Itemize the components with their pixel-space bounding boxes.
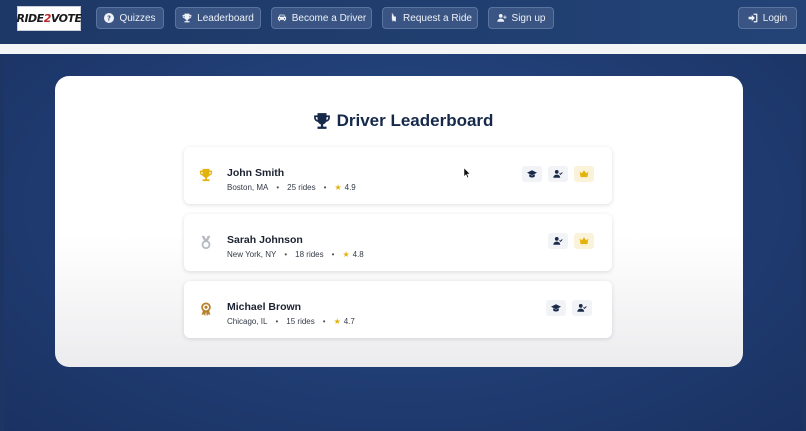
nav-request-ride-label: Request a Ride	[403, 12, 472, 24]
driver-card[interactable]: John Smith Boston, MA • 25 rides • ★ 4.9	[184, 147, 612, 204]
nav-become-driver-label: Become a Driver	[291, 12, 367, 24]
navbar-divider	[0, 44, 806, 54]
meta-separator: •	[331, 250, 335, 259]
badge-graduation[interactable]	[522, 166, 542, 182]
car-icon	[277, 14, 286, 22]
user-check-icon	[553, 236, 563, 245]
svg-text:?: ?	[107, 15, 111, 23]
graduation-cap-icon	[527, 170, 537, 178]
driver-location: Chicago, IL	[227, 317, 268, 326]
nav-become-driver-button[interactable]: Become a Driver	[271, 7, 372, 29]
page-title: Driver Leaderboard	[0, 109, 806, 133]
badge-verified-user[interactable]	[572, 300, 592, 316]
user-check-icon	[577, 303, 587, 312]
sign-in-icon	[748, 13, 758, 23]
logo-text-left: RIDE	[16, 12, 44, 25]
driver-name: Michael Brown	[227, 301, 302, 313]
crown-icon	[579, 237, 589, 245]
nav-login-button[interactable]: Login	[738, 7, 797, 29]
driver-location: New York, NY	[227, 250, 277, 259]
star-icon: ★	[342, 250, 350, 259]
driver-location: Boston, MA	[227, 183, 269, 192]
trophy-icon	[182, 13, 192, 23]
logo-text-right: VOTE	[50, 12, 82, 25]
logo-text-accent: 2	[43, 12, 52, 25]
user-check-icon	[553, 169, 563, 178]
nav-signup-button[interactable]: Sign up	[488, 7, 554, 29]
badge-top-driver[interactable]	[574, 233, 594, 249]
driver-name: John Smith	[227, 167, 285, 179]
nav-leaderboard-label: Leaderboard	[197, 12, 254, 24]
gold-trophy-icon	[199, 168, 213, 182]
ride2vote-logo[interactable]: RIDE 2 VOTE	[16, 6, 82, 31]
badge-verified-user[interactable]	[548, 166, 568, 182]
driver-rating: 4.7	[343, 317, 355, 326]
meta-separator: •	[323, 183, 327, 192]
silver-medal-icon	[201, 235, 211, 249]
star-icon: ★	[333, 317, 341, 326]
meta-separator: •	[276, 183, 280, 192]
star-icon: ★	[334, 183, 342, 192]
driver-card[interactable]: Sarah Johnson New York, NY • 18 rides • …	[184, 214, 612, 271]
meta-separator: •	[284, 250, 288, 259]
nav-login-label: Login	[762, 12, 788, 24]
driver-card[interactable]: Michael Brown Chicago, IL • 15 rides • ★…	[184, 281, 612, 338]
driver-meta: Boston, MA • 25 rides • ★ 4.9	[227, 183, 356, 192]
nav-quizzes-button[interactable]: ? Quizzes	[96, 7, 164, 29]
badge-top-driver[interactable]	[574, 166, 594, 182]
driver-rides: 15 rides	[286, 317, 315, 326]
meta-separator: •	[275, 317, 279, 326]
meta-separator: •	[322, 317, 326, 326]
badge-graduation[interactable]	[546, 300, 566, 316]
bronze-award-icon	[201, 302, 211, 316]
driver-rating: 4.8	[352, 250, 364, 259]
nav-request-ride-button[interactable]: Request a Ride	[382, 7, 478, 29]
nav-signup-label: Sign up	[511, 12, 546, 24]
driver-rides: 18 rides	[295, 250, 324, 259]
driver-name: Sarah Johnson	[227, 234, 303, 246]
driver-meta: New York, NY • 18 rides • ★ 4.8	[227, 250, 364, 259]
question-circle-icon: ?	[104, 13, 115, 23]
user-plus-icon	[496, 13, 507, 22]
page-title-text: Driver Leaderboard	[336, 111, 494, 130]
driver-meta: Chicago, IL • 15 rides • ★ 4.7	[227, 317, 355, 326]
graduation-cap-icon	[551, 304, 561, 312]
nav-leaderboard-button[interactable]: Leaderboard	[175, 7, 261, 29]
badge-verified-user[interactable]	[548, 233, 568, 249]
ticket-icon	[391, 13, 396, 22]
driver-rating: 4.9	[344, 183, 356, 192]
driver-rides: 25 rides	[287, 183, 316, 192]
mouse-cursor-icon	[464, 168, 471, 178]
crown-icon	[579, 170, 589, 178]
trophy-icon	[313, 113, 330, 129]
top-navbar: RIDE 2 VOTE ? Quizzes Leaderboard Become a…	[0, 0, 806, 44]
nav-quizzes-label: Quizzes	[119, 12, 156, 24]
